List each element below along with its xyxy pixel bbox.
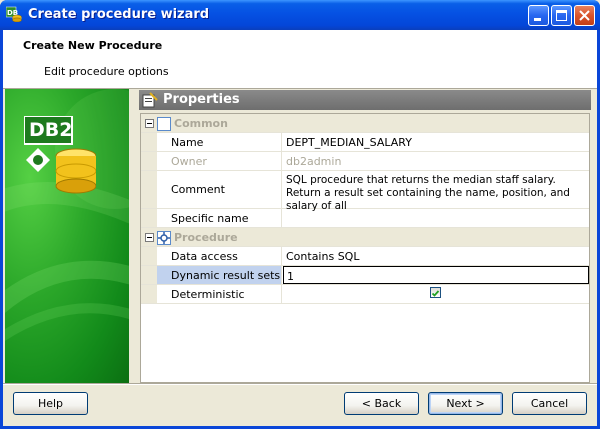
collapse-common-icon[interactable] bbox=[145, 119, 154, 128]
dynamic-result-sets-input[interactable]: 1 bbox=[283, 266, 589, 284]
property-value-deterministic[interactable] bbox=[283, 285, 589, 303]
property-value-specific-name[interactable] bbox=[283, 209, 589, 227]
category-procedure[interactable]: Procedure bbox=[141, 228, 589, 247]
maximize-icon bbox=[556, 10, 567, 21]
category-label: Procedure bbox=[174, 231, 238, 244]
properties-icon bbox=[142, 92, 158, 108]
property-row-comment[interactable]: Comment SQL procedure that returns the m… bbox=[141, 171, 589, 212]
button-separator bbox=[3, 383, 597, 385]
property-name: Specific name bbox=[157, 209, 282, 227]
minimize-button[interactable] bbox=[528, 5, 549, 26]
property-value-data-access[interactable]: Contains SQL bbox=[283, 247, 589, 265]
next-button[interactable]: Next > bbox=[428, 392, 503, 415]
wizard-header: Create New Procedure Edit procedure opti… bbox=[3, 30, 597, 89]
maximize-button[interactable] bbox=[551, 5, 572, 26]
row-gutter bbox=[141, 266, 157, 284]
step-title: Create New Procedure bbox=[23, 39, 163, 52]
property-name: Comment bbox=[157, 171, 282, 208]
property-value-name[interactable]: DEPT_MEDIAN_SALARY bbox=[283, 133, 589, 151]
side-banner: DB2 bbox=[5, 89, 129, 383]
close-icon bbox=[579, 10, 590, 21]
property-name: Dynamic result sets bbox=[157, 266, 282, 284]
property-value-owner: db2admin bbox=[286, 155, 342, 168]
common-category-icon bbox=[157, 117, 171, 131]
help-button[interactable]: Help bbox=[13, 392, 88, 415]
property-name: Owner bbox=[157, 152, 282, 170]
step-subtitle: Edit procedure options bbox=[44, 65, 169, 78]
close-button[interactable] bbox=[574, 5, 595, 26]
property-row-name[interactable]: Name DEPT_MEDIAN_SALARY bbox=[141, 133, 589, 152]
cancel-button[interactable]: Cancel bbox=[512, 392, 587, 415]
title-bar[interactable]: DB Create procedure wizard bbox=[0, 0, 600, 30]
db2-logo: DB2 bbox=[23, 115, 97, 206]
minimize-icon bbox=[534, 18, 541, 21]
property-row-dynamic-result-sets[interactable]: Dynamic result sets 1 bbox=[141, 266, 589, 285]
row-gutter bbox=[141, 171, 157, 208]
property-grid[interactable]: Common Name DEPT_MEDIAN_SALARY Owner db2… bbox=[140, 113, 590, 383]
checkmark-icon bbox=[431, 290, 440, 297]
properties-header: Properties bbox=[139, 90, 591, 110]
row-gutter bbox=[141, 152, 157, 170]
property-name: Data access bbox=[157, 247, 282, 265]
properties-title: Properties bbox=[163, 92, 240, 107]
property-row-data-access[interactable]: Data access Contains SQL bbox=[141, 247, 589, 266]
row-gutter bbox=[141, 247, 157, 265]
window-title: Create procedure wizard bbox=[28, 7, 210, 22]
db2-logo-text: DB2 bbox=[29, 119, 73, 141]
property-row-owner[interactable]: Owner db2admin bbox=[141, 152, 589, 171]
category-common[interactable]: Common bbox=[141, 114, 589, 133]
property-name: Deterministic bbox=[157, 285, 282, 303]
db2-app-icon: DB bbox=[6, 6, 22, 22]
back-button[interactable]: < Back bbox=[344, 392, 419, 415]
row-gutter bbox=[141, 209, 157, 227]
property-row-specific-name[interactable]: Specific name bbox=[141, 209, 589, 228]
property-name: Name bbox=[157, 133, 282, 151]
category-label: Common bbox=[174, 117, 228, 130]
wizard-window: DB Create procedure wizard Create New Pr… bbox=[0, 0, 600, 429]
procedure-category-icon bbox=[157, 231, 171, 245]
row-gutter bbox=[141, 285, 157, 303]
collapse-procedure-icon[interactable] bbox=[145, 233, 154, 242]
property-value-comment[interactable]: SQL procedure that returns the median st… bbox=[283, 171, 589, 212]
properties-panel: Properties Common Name DEPT_MEDIAN_SALAR… bbox=[139, 90, 591, 383]
property-row-deterministic[interactable]: Deterministic bbox=[141, 285, 589, 304]
deterministic-checkbox[interactable] bbox=[430, 287, 441, 298]
row-gutter bbox=[141, 133, 157, 151]
